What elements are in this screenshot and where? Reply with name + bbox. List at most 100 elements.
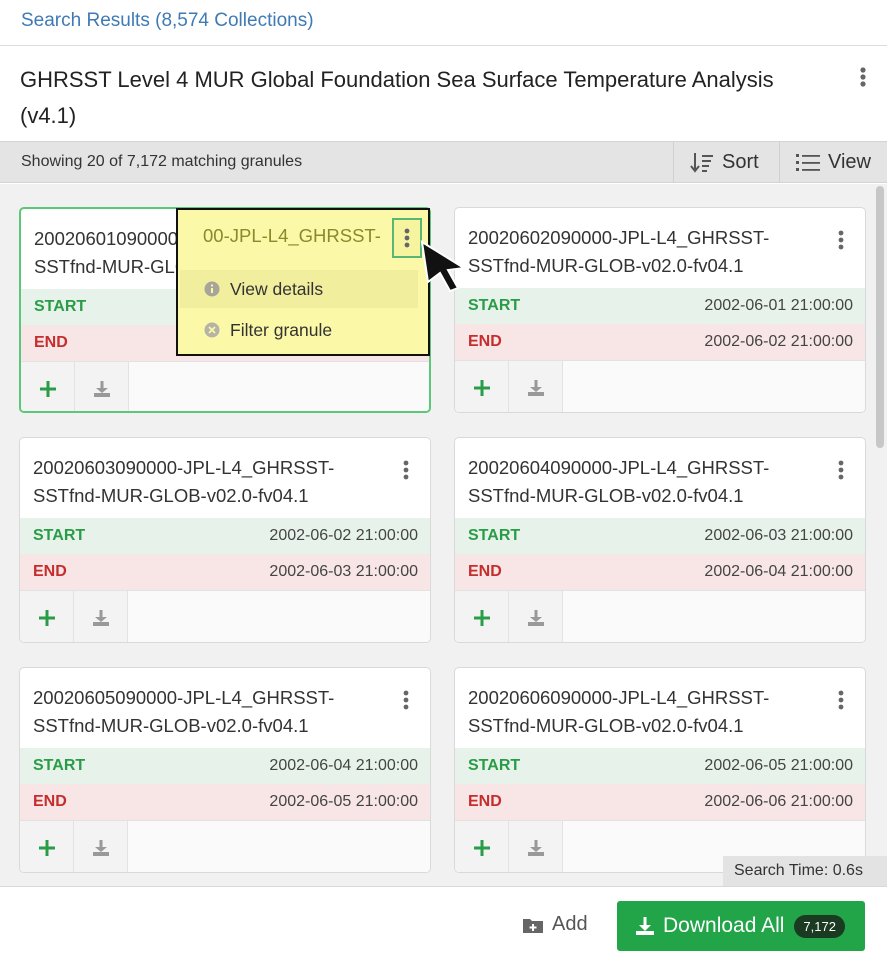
add-granule-button[interactable] (20, 591, 74, 642)
info-icon (204, 281, 220, 297)
download-icon (527, 610, 544, 626)
granule-start-row: START 2002-06-04 21:00:00 (20, 748, 430, 784)
download-count-badge: 7,172 (794, 914, 845, 938)
granule-name: 20020606090000-JPL-L4_GHRSST-SSTfnd-MUR-… (468, 687, 770, 736)
view-details-label: View details (230, 278, 324, 299)
plus-icon (38, 840, 55, 856)
end-value: 2002-06-03 21:00:00 (269, 563, 418, 580)
granule-name: 20020602090000-JPL-L4_GHRSST-SSTfnd-MUR-… (468, 227, 770, 276)
add-granule-button[interactable] (455, 591, 509, 642)
download-granule-button[interactable] (509, 591, 563, 642)
view-button[interactable]: View (779, 142, 887, 182)
start-label: START (468, 297, 521, 314)
granule-card[interactable]: 20020603090000-JPL-L4_GHRSST-SSTfnd-MUR-… (19, 437, 431, 643)
end-label: END (33, 793, 67, 810)
plus-icon (38, 610, 55, 626)
start-value: 2002-06-03 21:00:00 (704, 527, 853, 544)
download-all-label: Download All (663, 914, 785, 937)
end-value: 2002-06-06 21:00:00 (704, 793, 853, 810)
add-granule-button[interactable] (455, 361, 509, 412)
granule-end-row: END 2002-06-04 21:00:00 (455, 554, 865, 590)
list-icon (796, 154, 820, 171)
granule-more-icon[interactable] (831, 688, 851, 714)
add-collection-button[interactable]: Add (522, 913, 588, 936)
start-label: START (33, 757, 86, 774)
granule-actions (20, 820, 430, 872)
granule-name: 20020604090000-JPL-L4_GHRSST-SSTfnd-MUR-… (468, 457, 770, 506)
granule-name: 20020603090000-JPL-L4_GHRSST-SSTfnd-MUR-… (33, 457, 335, 506)
granule-start-row: START 2002-06-03 21:00:00 (455, 518, 865, 554)
download-all-button[interactable]: Download All 7,172 (617, 901, 865, 951)
highlighted-granule-name: 00-JPL-L4_GHRSST- (203, 225, 381, 246)
sort-label: Sort (722, 150, 759, 173)
add-granule-button[interactable] (20, 821, 74, 872)
mouse-cursor-icon (420, 240, 467, 292)
granule-end-row: END 2002-06-06 21:00:00 (455, 784, 865, 820)
download-icon (527, 840, 544, 856)
granule-start-row: START 2002-06-05 21:00:00 (455, 748, 865, 784)
start-value: 2002-06-05 21:00:00 (704, 757, 853, 774)
add-granule-button[interactable] (21, 362, 75, 411)
granule-more-icon-active[interactable] (392, 218, 422, 258)
plus-icon (473, 840, 490, 856)
granule-actions (21, 361, 429, 411)
granule-name: 20020605090000-JPL-L4_GHRSST-SSTfnd-MUR-… (33, 687, 335, 736)
end-label: END (468, 563, 502, 580)
download-granule-button[interactable] (74, 821, 128, 872)
end-value: 2002-06-02 21:00:00 (704, 333, 853, 350)
start-label: START (33, 527, 86, 544)
plus-icon (473, 610, 490, 626)
add-granule-button[interactable] (455, 821, 509, 872)
end-label: END (468, 333, 502, 350)
granule-card[interactable]: 20020605090000-JPL-L4_GHRSST-SSTfnd-MUR-… (19, 667, 431, 873)
collection-more-icon[interactable] (852, 64, 874, 92)
results-scrollbar[interactable] (876, 186, 884, 448)
download-icon (92, 840, 109, 856)
collection-title: GHRSST Level 4 MUR Global Foundation Sea… (20, 67, 774, 128)
granule-card[interactable]: 20020602090000-JPL-L4_GHRSST-SSTfnd-MUR-… (454, 207, 866, 413)
plus-icon (473, 380, 490, 396)
end-label: END (468, 793, 502, 810)
granule-count: Showing 20 of 7,172 matching granules (21, 153, 303, 170)
view-label: View (828, 150, 871, 173)
sort-button[interactable]: Sort (673, 142, 779, 182)
start-label: START (34, 298, 87, 315)
end-value: 2002-06-04 21:00:00 (704, 563, 853, 580)
granule-end-row: END 2002-06-03 21:00:00 (20, 554, 430, 590)
granule-actions (455, 360, 865, 412)
granule-start-row: START 2002-06-02 21:00:00 (20, 518, 430, 554)
start-label: START (468, 527, 521, 544)
plus-icon (39, 381, 56, 397)
granule-end-row: END 2002-06-02 21:00:00 (455, 324, 865, 360)
download-icon (93, 381, 110, 397)
granule-context-menu: 00-JPL-L4_GHRSST- View details Filter gr… (176, 208, 430, 356)
granule-more-icon[interactable] (831, 228, 851, 254)
granule-more-icon[interactable] (831, 458, 851, 484)
end-label: END (33, 563, 67, 580)
granule-more-icon[interactable] (396, 458, 416, 484)
sort-icon (690, 153, 713, 173)
results-footer: Add Download All 7,172 (0, 886, 887, 962)
download-icon (92, 610, 109, 626)
start-value: 2002-06-01 21:00:00 (704, 297, 853, 314)
download-granule-button[interactable] (74, 591, 128, 642)
download-granule-button[interactable] (509, 821, 563, 872)
start-value: 2002-06-04 21:00:00 (269, 757, 418, 774)
granule-end-row: END 2002-06-05 21:00:00 (20, 784, 430, 820)
granule-start-row: START 2002-06-01 21:00:00 (455, 288, 865, 324)
download-icon (636, 917, 654, 935)
filter-granule-label: Filter granule (230, 319, 333, 340)
add-label: Add (552, 913, 588, 935)
granule-card[interactable]: 20020604090000-JPL-L4_GHRSST-SSTfnd-MUR-… (454, 437, 866, 643)
search-results-link[interactable]: Search Results (8,574 Collections) (21, 10, 314, 32)
filter-granule-menu-item[interactable]: Filter granule (180, 311, 418, 349)
start-label: START (468, 757, 521, 774)
granule-actions (455, 590, 865, 642)
view-details-menu-item[interactable]: View details (180, 270, 418, 308)
download-granule-button[interactable] (75, 362, 129, 411)
granule-card[interactable]: 20020606090000-JPL-L4_GHRSST-SSTfnd-MUR-… (454, 667, 866, 873)
granule-more-icon[interactable] (396, 688, 416, 714)
folder-plus-icon (523, 918, 543, 933)
end-value: 2002-06-05 21:00:00 (269, 793, 418, 810)
download-granule-button[interactable] (509, 361, 563, 412)
